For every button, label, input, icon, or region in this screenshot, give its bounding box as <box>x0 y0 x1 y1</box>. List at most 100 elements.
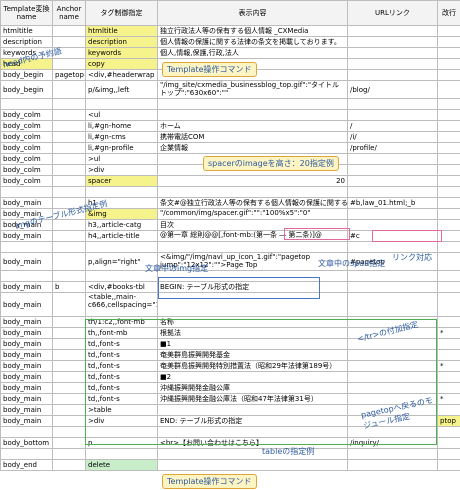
template-cell[interactable]: body_colm <box>0 131 53 143</box>
url-cell[interactable]: /blog/ <box>347 80 438 99</box>
tag-cell[interactable]: p/&img,,left <box>85 80 158 99</box>
template-cell[interactable]: body_main <box>0 197 53 209</box>
anchor-cell[interactable] <box>52 415 86 427</box>
tag-cell[interactable]: >ul <box>85 153 158 165</box>
template-cell[interactable]: body_main <box>0 393 53 405</box>
break-cell[interactable]: * <box>437 360 460 372</box>
anchor-cell[interactable] <box>52 292 86 317</box>
break-cell[interactable]: * <box>437 393 460 405</box>
template-cell[interactable] <box>0 270 53 282</box>
anchor-cell[interactable] <box>52 109 86 121</box>
break-cell[interactable] <box>437 252 460 271</box>
url-cell[interactable]: /profile/ <box>347 142 438 154</box>
anchor-cell[interactable] <box>52 338 86 350</box>
url-cell[interactable]: / <box>347 120 438 132</box>
anchor-cell[interactable] <box>52 98 86 110</box>
display-cell[interactable] <box>157 186 348 198</box>
tag-cell[interactable]: <div,#headerwrap <box>85 69 158 81</box>
tag-cell[interactable]: spacer <box>85 175 158 187</box>
tag-cell[interactable]: copy <box>85 58 158 70</box>
template-cell[interactable]: body_main <box>0 292 53 317</box>
url-cell[interactable] <box>347 459 438 471</box>
anchor-cell[interactable] <box>52 371 86 383</box>
break-cell[interactable] <box>437 382 460 394</box>
template-cell[interactable] <box>0 241 53 253</box>
url-cell[interactable]: #b,law_01.html;_b <box>347 197 438 209</box>
url-cell[interactable]: /i/ <box>347 131 438 143</box>
break-cell[interactable] <box>437 186 460 198</box>
anchor-cell[interactable] <box>52 404 86 416</box>
url-cell[interactable] <box>347 25 438 37</box>
template-cell[interactable]: body_colm <box>0 142 53 154</box>
break-cell[interactable] <box>437 459 460 471</box>
tag-cell[interactable]: <ul <box>85 109 158 121</box>
url-cell[interactable] <box>347 98 438 110</box>
display-cell[interactable]: 企業情報 <box>157 142 348 154</box>
anchor-cell[interactable] <box>52 25 86 37</box>
break-cell[interactable] <box>437 98 460 110</box>
template-cell[interactable]: body_main <box>0 349 53 361</box>
break-cell[interactable] <box>437 197 460 209</box>
template-cell[interactable]: body_main <box>0 327 53 339</box>
url-cell[interactable] <box>347 448 438 460</box>
anchor-cell[interactable] <box>52 131 86 143</box>
break-cell[interactable] <box>437 80 460 99</box>
anchor-cell[interactable] <box>52 382 86 394</box>
break-cell[interactable]: * <box>437 327 460 339</box>
anchor-cell[interactable] <box>52 80 86 99</box>
url-cell[interactable] <box>347 208 438 220</box>
anchor-cell[interactable] <box>52 437 86 449</box>
break-cell[interactable] <box>437 164 460 176</box>
break-cell[interactable] <box>437 338 460 350</box>
break-cell[interactable] <box>437 219 460 231</box>
url-cell[interactable] <box>347 281 438 293</box>
anchor-cell[interactable] <box>52 349 86 361</box>
anchor-cell[interactable] <box>52 142 86 154</box>
break-cell[interactable] <box>437 58 460 70</box>
tag-cell[interactable]: >div <box>85 164 158 176</box>
template-cell[interactable]: body_main <box>0 316 53 328</box>
url-cell[interactable] <box>347 109 438 121</box>
break-cell[interactable] <box>437 281 460 293</box>
display-cell[interactable]: 携帯電話COM <box>157 131 348 143</box>
break-cell[interactable] <box>437 349 460 361</box>
anchor-cell[interactable] <box>52 426 86 438</box>
url-cell[interactable] <box>347 36 438 48</box>
break-cell[interactable] <box>437 109 460 121</box>
template-cell[interactable] <box>0 448 53 460</box>
break-cell[interactable] <box>437 371 460 383</box>
template-cell[interactable]: body_main <box>0 230 53 242</box>
url-cell[interactable] <box>347 186 438 198</box>
display-cell[interactable]: 個人情報の保護に関する法律の条文を掲載しております。 <box>157 36 348 48</box>
template-cell[interactable]: body_main <box>0 360 53 372</box>
tag-cell[interactable]: delete <box>85 459 158 471</box>
template-cell[interactable]: body_colm <box>0 175 53 187</box>
break-cell[interactable] <box>437 131 460 143</box>
template-cell[interactable]: body_colm <box>0 153 53 165</box>
break-cell[interactable] <box>437 175 460 187</box>
tag-cell[interactable]: <table,,main-c666,cellspacing="1",cellpa… <box>85 292 158 317</box>
break-cell[interactable] <box>437 292 460 317</box>
url-cell[interactable] <box>347 164 438 176</box>
url-cell[interactable] <box>347 241 438 253</box>
template-cell[interactable]: body_bottom <box>0 437 53 449</box>
anchor-cell[interactable] <box>52 153 86 165</box>
tag-cell[interactable] <box>85 241 158 253</box>
display-cell[interactable]: "/common/img/spacer.gif":"":"100%x5":"0" <box>157 208 348 220</box>
anchor-cell[interactable] <box>52 252 86 271</box>
url-cell[interactable] <box>347 175 438 187</box>
template-cell[interactable]: htmltitle <box>0 25 53 37</box>
display-cell[interactable]: 個人,情報,保護,行政,法人 <box>157 47 348 59</box>
tag-cell[interactable] <box>85 448 158 460</box>
tag-cell[interactable]: li,#gn-home <box>85 120 158 132</box>
break-cell[interactable] <box>437 316 460 328</box>
anchor-cell[interactable] <box>52 270 86 282</box>
url-cell[interactable] <box>347 292 438 317</box>
display-cell[interactable]: 20 <box>157 175 348 187</box>
anchor-cell[interactable] <box>52 241 86 253</box>
template-cell[interactable]: body_main <box>0 404 53 416</box>
template-cell[interactable]: body_end <box>0 459 53 471</box>
display-cell[interactable]: 条文#@独立行政法人等の保有する個人情報の保護に関する法律 <box>157 197 348 209</box>
template-cell[interactable]: body_main <box>0 382 53 394</box>
break-cell[interactable] <box>437 25 460 37</box>
